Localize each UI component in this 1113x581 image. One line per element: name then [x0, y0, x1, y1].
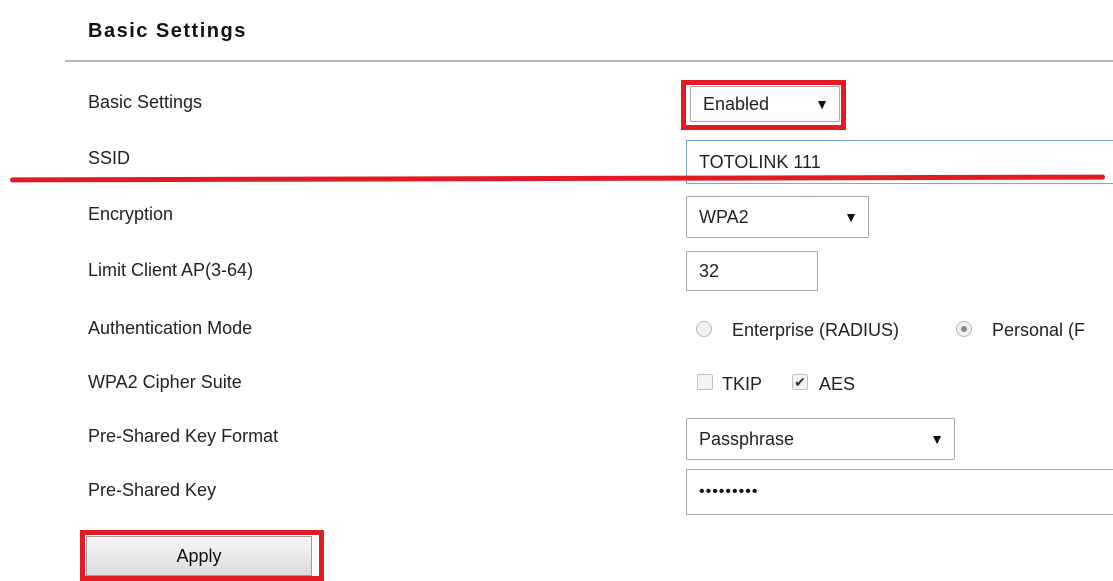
highlight-box-basic-settings [681, 80, 846, 130]
checkmark-icon: ✔ [794, 374, 806, 390]
limit-client-input[interactable]: 32 [686, 251, 818, 291]
section-divider [65, 60, 1113, 62]
dropdown-arrow-icon: ▼ [930, 431, 944, 447]
dropdown-arrow-icon: ▼ [844, 209, 858, 225]
aes-checkbox[interactable]: ✔ [792, 374, 808, 390]
radio-personal-label: Personal (F [992, 320, 1086, 340]
ssid-value: TOTOLINK 111 [699, 151, 821, 172]
psk-input[interactable]: ••••••••• [686, 469, 1113, 515]
basic-settings-label: Basic Settings [88, 92, 203, 112]
psk-label: Pre-Shared Key [88, 480, 217, 500]
aes-label: AES [819, 374, 856, 394]
psk-format-label: Pre-Shared Key Format [88, 426, 279, 446]
limit-client-label: Limit Client AP(3-64) [88, 260, 254, 280]
tkip-checkbox[interactable] [697, 374, 713, 390]
tkip-label: TKIP [722, 374, 763, 394]
ssid-label: SSID [88, 148, 131, 168]
cipher-suite-label: WPA2 Cipher Suite [88, 372, 242, 392]
radio-enterprise-label: Enterprise (RADIUS) [732, 320, 900, 340]
auth-mode-label: Authentication Mode [88, 318, 253, 338]
psk-format-value: Passphrase [699, 428, 795, 449]
limit-client-value: 32 [699, 260, 720, 281]
psk-value: ••••••••• [699, 483, 759, 500]
radio-personal[interactable] [956, 321, 972, 337]
radio-enterprise[interactable] [696, 321, 712, 337]
encryption-value: WPA2 [699, 206, 749, 227]
psk-format-select[interactable]: Passphrase ▼ [686, 418, 955, 460]
encryption-select[interactable]: WPA2 ▼ [686, 196, 869, 238]
section-title: Basic Settings [88, 20, 247, 42]
highlight-box-apply [80, 530, 324, 581]
encryption-label: Encryption [88, 204, 174, 224]
